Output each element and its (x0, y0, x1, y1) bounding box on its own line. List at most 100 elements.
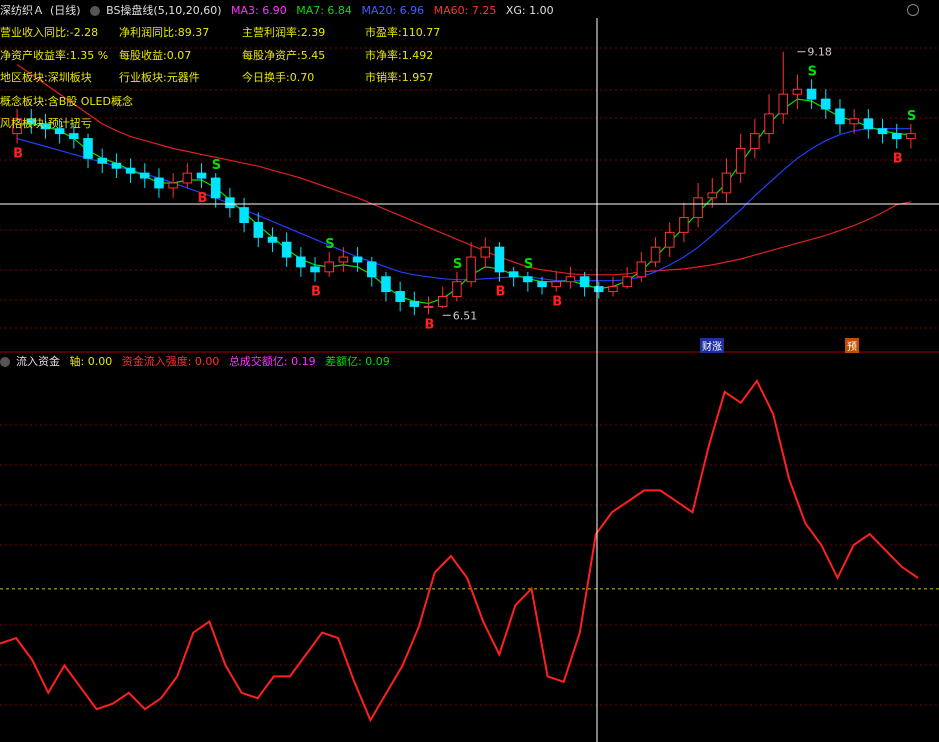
signal-s: S (524, 257, 533, 272)
candle-body (636, 261, 647, 278)
candle-body (296, 256, 306, 268)
settings-icon[interactable] (0, 357, 10, 367)
candle-body (594, 286, 604, 293)
info-value: 预计扭亏 (47, 117, 92, 130)
info-value: 2.39 (300, 26, 326, 39)
settings-icon[interactable] (90, 6, 101, 16)
ma60-line (16, 64, 912, 276)
candle-body (168, 182, 178, 189)
candle-body (324, 261, 334, 273)
candle-body (97, 157, 107, 164)
candle-body (437, 296, 448, 307)
candle-body (579, 276, 590, 288)
xg-value: XG: 1.00 (505, 4, 554, 17)
candle-body (523, 276, 533, 283)
signal-s: S (453, 257, 462, 272)
info-label: 每股净资产: (242, 49, 301, 62)
candle-body (154, 177, 164, 189)
info-value: 0.07 (166, 49, 192, 62)
info-label: 市盈率: (365, 26, 402, 39)
signal-b: B (425, 317, 435, 332)
info-value: 1.492 (401, 49, 434, 62)
ma7-value: MA7: 6.84 (296, 4, 352, 17)
info-value: 深圳板块 (47, 71, 92, 84)
info-label: 市销率: (365, 71, 402, 84)
candle-body (806, 88, 817, 100)
info-row-3: 地区板块:深圳板块 (0, 69, 92, 85)
candle-body (352, 256, 363, 263)
event-tag[interactable]: 财涨 (700, 338, 724, 353)
price-label: 9.18 (807, 46, 832, 59)
info-value: -2.28 (69, 26, 99, 39)
info-value: 89.37 (177, 26, 210, 39)
axis-value: 轴: 0.00 (69, 355, 113, 368)
candle-body (140, 172, 150, 179)
info-value: 0.70 (289, 71, 315, 84)
candle-body (849, 118, 859, 125)
candle-body (310, 266, 320, 273)
candle-body (452, 281, 462, 298)
event-tag[interactable]: 预 (845, 338, 859, 353)
candle-body (182, 172, 193, 184)
money-flow-line (0, 378, 919, 723)
candle-body (863, 118, 874, 130)
candle-body (693, 197, 703, 219)
candle-body (721, 172, 732, 194)
ma20-value: MA20: 6.96 (361, 4, 425, 17)
info-label: 概念板块: (0, 95, 48, 108)
candle-body (735, 147, 746, 174)
info-label: 风格板块: (0, 117, 48, 130)
candle-body (210, 177, 221, 199)
candle-body (877, 128, 888, 135)
candle-body (69, 133, 79, 140)
candle-body (792, 88, 803, 95)
info-label: 主营利润率: (242, 26, 301, 39)
info-value: 5.45 (300, 49, 326, 62)
candle-body (906, 133, 916, 140)
ma5-line (17, 98, 911, 305)
info-value: 1.957 (401, 71, 434, 84)
candle-body (679, 217, 689, 233)
chart-period: (日线) (50, 4, 81, 17)
candle-body (196, 172, 207, 179)
info-value: 1.35 % (69, 49, 109, 62)
candle-body (423, 305, 434, 308)
info-cell: 主营利润率:2.39 (242, 24, 325, 40)
info-label: 市净率: (365, 49, 402, 62)
signal-b: B (495, 285, 505, 300)
info-value: 含B股 OLED概念 (47, 95, 133, 108)
candle-body (650, 246, 661, 263)
sub-indicator-name[interactable]: 流入资金 (16, 355, 60, 368)
close-icon[interactable] (907, 4, 919, 16)
candle-body (778, 93, 788, 115)
ma60-value: MA60: 7.25 (433, 4, 497, 17)
candle-body (367, 261, 377, 278)
diff-value: 差额亿: 0.09 (325, 355, 390, 368)
stock-chart: BBSBSBSBSBSBS9.186.51 (0, 18, 939, 742)
candle-body (381, 276, 391, 293)
candle-body (664, 231, 675, 248)
candle-body (821, 98, 831, 110)
info-cell: 市盈率:110.77 (365, 24, 440, 40)
info-label: 营业收入同比: (0, 26, 70, 39)
info-label: 每股收益: (119, 49, 167, 62)
signal-s: S (212, 158, 221, 173)
candle-body (480, 246, 491, 258)
signal-s: S (907, 109, 916, 124)
candle-body (338, 256, 349, 263)
main-chart-header: 深纺织Ａ (日线) BS操盘线(5,10,20,60) MA3: 6.90 MA7… (0, 2, 560, 18)
candle-body (267, 236, 278, 243)
total-value: 总成交额亿: 0.19 (228, 355, 316, 368)
info-cell: 每股净资产:5.45 (242, 47, 325, 63)
signal-b: B (893, 151, 903, 166)
signal-s: S (808, 64, 817, 79)
stock-name[interactable]: 深纺织Ａ (0, 4, 44, 17)
candle-body (537, 281, 547, 288)
candle-body (508, 271, 519, 278)
sub-chart-header: 流入资金 轴: 0.00 资金流入强度: 0.00 总成交额亿: 0.19 差额… (0, 353, 396, 369)
info-row-2: 净资产收益率:1.35 % (0, 47, 108, 63)
info-row-4: 概念板块:含B股 OLED概念 (0, 93, 133, 109)
indicator-name[interactable]: BS操盘线(5,10,20,60) (106, 4, 221, 17)
info-row-1: 营业收入同比:-2.28 (0, 24, 98, 40)
candle-body (707, 192, 718, 199)
